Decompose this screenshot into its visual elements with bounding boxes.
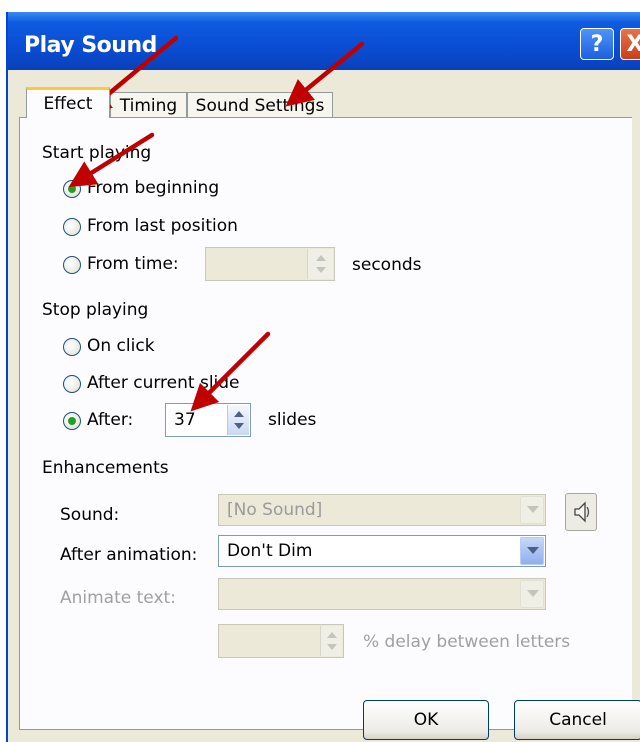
slides-label: slides (268, 410, 317, 430)
from-time-stepper[interactable] (205, 247, 335, 281)
animate-text-label: Animate text: (60, 588, 176, 608)
speaker-icon (574, 501, 590, 523)
radio-from-time[interactable] (63, 256, 81, 274)
tab-sound-settings[interactable]: Sound Settings (187, 92, 333, 118)
from-time-label[interactable]: From time: (87, 254, 179, 274)
enhancements-heading: Enhancements (42, 458, 169, 478)
from-time-spin-buttons[interactable] (307, 249, 333, 279)
delay-stepper[interactable] (218, 624, 344, 658)
tab-effect[interactable]: Effect (26, 87, 110, 118)
tab-effect-label: Effect (43, 94, 93, 114)
spin-up-icon (316, 255, 326, 261)
sound-select-value: [No Sound] (227, 500, 323, 520)
delay-spin-buttons[interactable] (320, 626, 342, 656)
sound-select[interactable]: [No Sound] (218, 494, 546, 526)
after-slides-label[interactable]: After: (87, 410, 133, 430)
help-button[interactable]: ? (580, 28, 614, 60)
radio-after-current-slide[interactable] (63, 375, 81, 393)
start-playing-heading: Start playing (42, 143, 152, 163)
after-animation-label: After animation: (60, 545, 198, 565)
after-current-slide-label[interactable]: After current slide (87, 373, 240, 393)
cancel-button[interactable]: Cancel (514, 700, 640, 740)
seconds-label: seconds (352, 255, 422, 275)
tab-timing-label: Timing (119, 96, 178, 116)
after-animation-select[interactable]: Don't Dim (218, 535, 546, 567)
spin-down-icon (327, 644, 337, 650)
from-last-position-label[interactable]: From last position (87, 216, 238, 236)
delay-label: % delay between letters (363, 632, 571, 652)
animate-text-dropdown-button[interactable] (520, 580, 544, 608)
after-animation-dropdown-button[interactable] (520, 537, 544, 565)
spin-up-icon (234, 411, 244, 417)
title-bar: Play Sound ? X (8, 12, 640, 70)
tab-timing[interactable]: Timing (110, 92, 187, 118)
radio-after-slides[interactable] (63, 412, 81, 430)
sound-label: Sound: (60, 505, 120, 525)
after-animation-value: Don't Dim (227, 541, 313, 561)
spin-down-icon (234, 423, 244, 429)
spin-down-icon (316, 267, 326, 273)
after-slides-stepper[interactable]: 37 (165, 403, 251, 437)
spin-up-icon (327, 632, 337, 638)
after-slides-value: 37 (174, 410, 196, 430)
chevron-down-icon (527, 590, 539, 597)
on-click-label[interactable]: On click (87, 336, 155, 356)
ok-button[interactable]: OK (363, 700, 489, 740)
after-slides-spin-buttons[interactable] (227, 405, 249, 435)
close-button[interactable]: X (620, 28, 640, 60)
sound-dropdown-button[interactable] (520, 496, 544, 524)
tab-sound-settings-label: Sound Settings (195, 96, 325, 116)
radio-on-click[interactable] (63, 338, 81, 356)
from-beginning-label[interactable]: From beginning (87, 178, 219, 198)
stop-playing-heading: Stop playing (42, 300, 149, 320)
chevron-down-icon (527, 547, 539, 554)
animate-text-select[interactable] (218, 578, 546, 610)
chevron-down-icon (527, 506, 539, 513)
speaker-button[interactable] (565, 493, 597, 531)
radio-from-last-position[interactable] (63, 218, 81, 236)
dialog-title: Play Sound (24, 33, 157, 58)
radio-from-beginning[interactable] (63, 180, 81, 198)
